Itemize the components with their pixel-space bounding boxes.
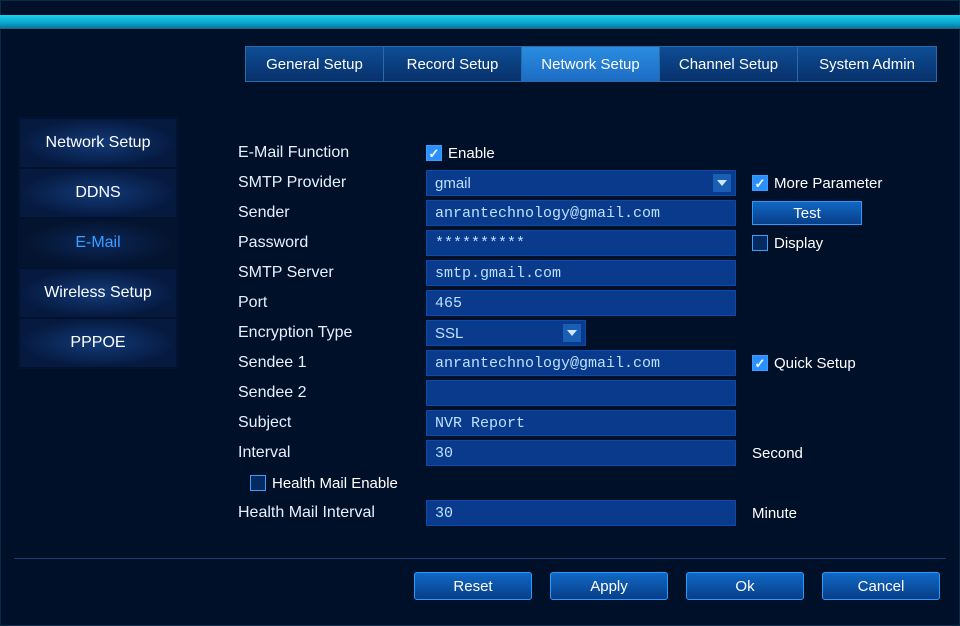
input-interval-text[interactable] xyxy=(435,445,727,462)
dropdown-caret-icon xyxy=(563,324,581,342)
label-password: Password xyxy=(238,234,426,252)
input-smtp-server[interactable] xyxy=(426,260,736,286)
label-health-mail-enable: Health Mail Enable xyxy=(272,475,398,492)
label-email-function: E-Mail Function xyxy=(238,144,426,162)
label-interval: Interval xyxy=(238,444,426,462)
label-quick-setup: Quick Setup xyxy=(774,355,856,372)
input-password[interactable] xyxy=(426,230,736,256)
input-sendee1-text[interactable] xyxy=(435,355,727,372)
input-sendee1[interactable] xyxy=(426,350,736,376)
sidebar-item-email[interactable]: E-Mail xyxy=(19,218,177,268)
input-port[interactable] xyxy=(426,290,736,316)
sidebar-item-ddns[interactable]: DDNS xyxy=(19,168,177,218)
checkbox-enable[interactable] xyxy=(426,145,442,161)
accent-bar xyxy=(0,15,960,29)
button-apply[interactable]: Apply xyxy=(550,572,668,600)
label-port: Port xyxy=(238,294,426,312)
label-health-interval: Health Mail Interval xyxy=(238,504,426,522)
tab-channel-setup[interactable]: Channel Setup xyxy=(660,47,798,81)
sidebar: Network Setup DDNS E-Mail Wireless Setup… xyxy=(18,117,178,369)
label-more-parameter: More Parameter xyxy=(774,175,882,192)
label-health-enable-wrap: Health Mail Enable xyxy=(238,475,426,492)
input-health-interval[interactable] xyxy=(426,500,736,526)
tab-network-setup[interactable]: Network Setup xyxy=(522,47,660,81)
button-reset[interactable]: Reset xyxy=(414,572,532,600)
input-password-text[interactable] xyxy=(435,235,727,252)
tab-system-admin[interactable]: System Admin xyxy=(798,47,936,81)
tab-record-setup[interactable]: Record Setup xyxy=(384,47,522,81)
dropdown-caret-icon xyxy=(713,174,731,192)
email-form: E-Mail Function Enable SMTP Provider gma… xyxy=(238,138,938,528)
label-smtp-server: SMTP Server xyxy=(238,264,426,282)
input-sendee2-text[interactable] xyxy=(435,385,727,402)
label-enable: Enable xyxy=(448,145,495,162)
unit-interval: Second xyxy=(752,445,803,462)
unit-health-interval: Minute xyxy=(752,505,797,522)
input-port-text[interactable] xyxy=(435,295,727,312)
checkbox-display[interactable] xyxy=(752,235,768,251)
button-test[interactable]: Test xyxy=(752,201,862,225)
button-cancel[interactable]: Cancel xyxy=(822,572,940,600)
button-ok[interactable]: Ok xyxy=(686,572,804,600)
label-encryption: Encryption Type xyxy=(238,324,426,342)
select-encryption-type[interactable]: SSL xyxy=(426,320,586,346)
bottom-button-row: Reset Apply Ok Cancel xyxy=(414,572,940,600)
input-health-interval-text[interactable] xyxy=(435,505,727,522)
label-sendee2: Sendee 2 xyxy=(238,384,426,402)
input-smtp-server-text[interactable] xyxy=(435,265,727,282)
input-sender-text[interactable] xyxy=(435,205,727,222)
label-smtp-provider: SMTP Provider xyxy=(238,174,426,192)
separator xyxy=(14,558,946,559)
label-sender: Sender xyxy=(238,204,426,222)
input-subject[interactable] xyxy=(426,410,736,436)
sidebar-item-network-setup[interactable]: Network Setup xyxy=(19,118,177,168)
input-interval[interactable] xyxy=(426,440,736,466)
input-sendee2[interactable] xyxy=(426,380,736,406)
checkbox-more-parameter[interactable] xyxy=(752,175,768,191)
sidebar-item-pppoe[interactable]: PPPOE xyxy=(19,318,177,368)
input-sender[interactable] xyxy=(426,200,736,226)
label-display: Display xyxy=(774,235,823,252)
sidebar-item-wireless-setup[interactable]: Wireless Setup xyxy=(19,268,177,318)
select-smtp-provider[interactable]: gmail xyxy=(426,170,736,196)
checkbox-quick-setup[interactable] xyxy=(752,355,768,371)
top-tabbar: General Setup Record Setup Network Setup… xyxy=(245,46,937,82)
label-subject: Subject xyxy=(238,414,426,432)
value-encryption-type: SSL xyxy=(435,325,463,342)
value-smtp-provider: gmail xyxy=(435,175,471,192)
tab-general-setup[interactable]: General Setup xyxy=(246,47,384,81)
label-sendee1: Sendee 1 xyxy=(238,354,426,372)
checkbox-health-mail-enable[interactable] xyxy=(250,475,266,491)
input-subject-text[interactable] xyxy=(435,415,727,432)
